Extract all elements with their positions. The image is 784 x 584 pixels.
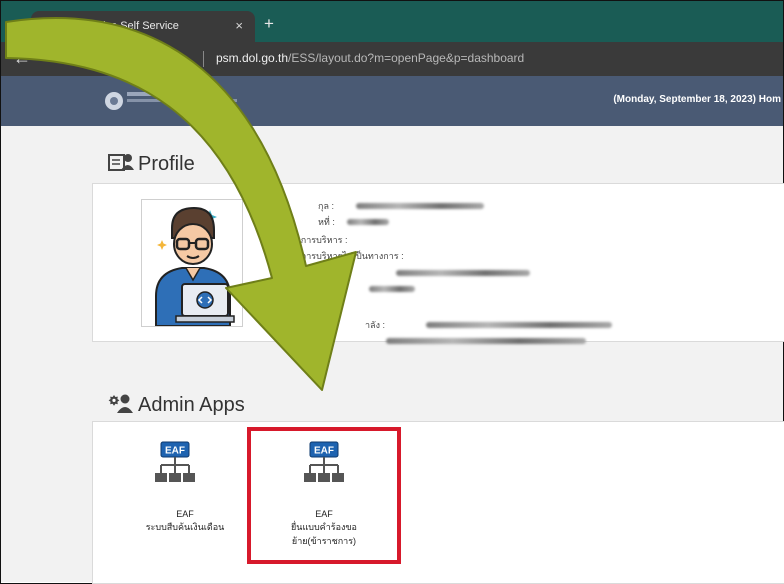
eaf-badge-text: EAF xyxy=(165,446,185,457)
header-date: (Monday, September 18, 2023) Hom xyxy=(613,94,781,105)
url-separator xyxy=(203,51,204,67)
redacted-value xyxy=(386,338,586,344)
profile-field: าลัง : xyxy=(365,320,385,330)
browser-tabstrip: Enterprise Self Service × + xyxy=(1,1,783,42)
profile-field: ชื่ สายงาน : xyxy=(286,268,332,278)
redacted-value xyxy=(347,219,389,225)
site-name-blur xyxy=(127,92,207,96)
profile-field: ง : xyxy=(318,284,328,294)
redacted-value xyxy=(396,270,530,276)
back-arrow-icon[interactable]: ← xyxy=(13,48,31,69)
admin-apps-heading: Admin Apps xyxy=(108,393,245,417)
profile-field: หที่ : xyxy=(318,217,335,227)
browser-tab[interactable]: Enterprise Self Service × xyxy=(31,11,255,42)
admin-users-icon xyxy=(108,394,133,413)
profile-field: ส ง : xyxy=(286,336,304,346)
org-chart-icon: EAF xyxy=(155,441,195,482)
favicon-icon xyxy=(43,19,57,33)
url-field[interactable]: psm.dol.go.th/ESS/layout.do?m=openPage&p… xyxy=(216,51,524,65)
redacted-value xyxy=(369,286,415,292)
profile-field: ชื่ นการบริหาร : xyxy=(286,235,348,245)
tab-title: Enterprise Self Service xyxy=(67,20,179,32)
site-header: (Monday, September 18, 2023) Hom xyxy=(1,76,783,126)
profile-card-icon xyxy=(108,154,134,171)
avatar xyxy=(141,199,243,327)
app-name: EAF xyxy=(176,509,194,519)
profile-field: กุล : xyxy=(318,201,334,211)
admin-apps-title: Admin Apps xyxy=(138,394,245,416)
forward-arrow-icon[interactable]: → xyxy=(63,48,81,69)
url-host: psm.dol.go.th xyxy=(216,51,289,65)
redacted-value xyxy=(356,203,484,209)
admin-apps-card xyxy=(92,421,784,584)
highlight-box xyxy=(247,427,401,564)
url-path: /ESS/layout.do?m=openPage&p=dashboard xyxy=(288,51,525,65)
avatar-illustration xyxy=(142,200,242,326)
profile-field: ชื่ นการบริหารไม่เป็นทางการ : xyxy=(286,251,404,261)
site-subname-blur xyxy=(127,99,237,102)
app-description: ระบบสืบค้นเงินเดือน xyxy=(145,522,225,532)
redacted-value xyxy=(426,322,612,328)
profile-title: Profile xyxy=(138,153,195,175)
profile-heading: Profile xyxy=(108,152,195,176)
reload-icon[interactable]: ↻ xyxy=(104,47,117,67)
new-tab-button[interactable]: + xyxy=(264,15,274,33)
department-logo-icon[interactable] xyxy=(105,92,123,110)
address-bar: ← → ↻ psm.dol.go.th/ESS/layout.do?m=open… xyxy=(1,42,783,76)
close-tab-icon[interactable]: × xyxy=(235,18,243,34)
